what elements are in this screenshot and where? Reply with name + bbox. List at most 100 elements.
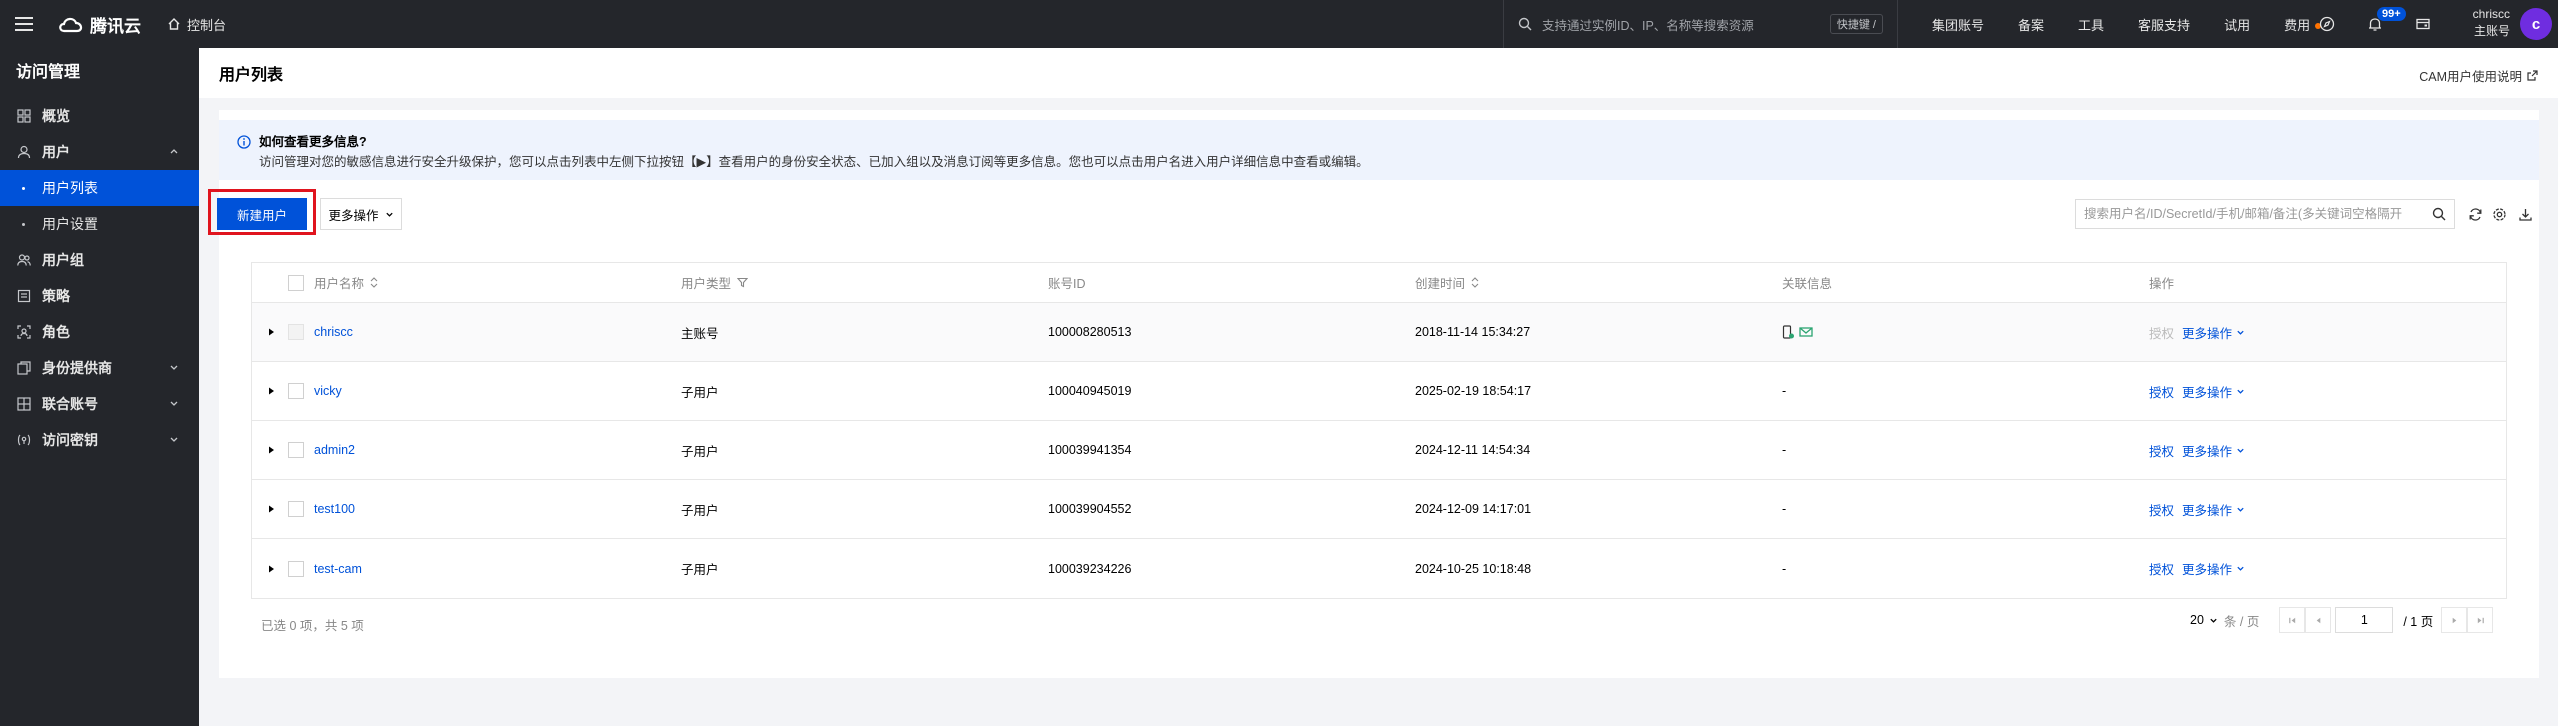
more-actions-dropdown[interactable]: 更多操作 <box>2182 500 2245 519</box>
account-id: 100040945019 <box>1048 384 1132 398</box>
prev-page-button[interactable] <box>2305 607 2332 633</box>
username-link[interactable]: chriscc <box>314 303 353 361</box>
more-actions-label: 更多操作 <box>2182 385 2233 400</box>
row-checkbox <box>288 324 304 340</box>
column-header-created[interactable]: 创建时间 <box>1415 263 1479 302</box>
column-header-label: 用户类型 <box>681 277 732 291</box>
authorize-button-disabled: 授权 <box>2149 326 2175 341</box>
sidebar-item-users[interactable]: 用户 <box>0 134 199 170</box>
chevron-down-icon <box>385 212 393 217</box>
row-checkbox[interactable] <box>288 501 304 517</box>
sidebar-item-overview[interactable]: 概览 <box>0 98 199 134</box>
table-row: vicky 子用户 100040945019 2025-02-19 18:54:… <box>252 362 2506 421</box>
authorize-button[interactable]: 授权 <box>2149 382 2174 401</box>
more-actions-dropdown[interactable]: 更多操作 <box>2182 382 2245 401</box>
doc-link[interactable]: CAM用户使用说明 <box>2419 66 2538 85</box>
gear-icon[interactable] <box>2490 205 2508 223</box>
authorize-button[interactable]: 授权 <box>2149 500 2174 519</box>
wallet-icon[interactable] <box>2406 0 2440 48</box>
more-actions-label: 更多操作 <box>2182 563 2233 577</box>
brand-logo[interactable]: 腾讯云 <box>58 12 141 37</box>
sidebar-item-access-keys[interactable]: 访问密钥 <box>0 422 199 458</box>
external-link-icon <box>2527 70 2538 81</box>
more-actions-button[interactable]: 更多操作 <box>320 198 402 230</box>
global-search-placeholder[interactable]: 支持通过实例ID、IP、名称等搜索资源 <box>1542 15 1820 34</box>
sidebar-item-roles[interactable]: 角色 <box>0 314 199 350</box>
first-page-button[interactable] <box>2279 607 2306 633</box>
phone-verified-icon[interactable] <box>1782 325 1794 339</box>
expand-icon[interactable] <box>266 445 276 455</box>
sidebar-item-user-settings[interactable]: 用户设置 <box>0 206 199 242</box>
column-header-user-type[interactable]: 用户类型 <box>681 263 749 302</box>
email-verified-icon[interactable] <box>1799 326 1813 338</box>
search-icon[interactable] <box>2432 207 2446 221</box>
sidebar-item-user-groups[interactable]: 用户组 <box>0 242 199 278</box>
download-icon[interactable] <box>2516 205 2534 223</box>
user-type: 主账号 <box>681 326 719 341</box>
refresh-icon[interactable] <box>2466 205 2484 223</box>
top-link-support[interactable]: 客服支持 <box>2138 15 2190 34</box>
page-size-value: 20 <box>2190 613 2204 627</box>
table-row: chriscc 主账号 100008280513 2018-11-14 15:3… <box>252 303 2506 362</box>
top-bar: 腾讯云 控制台 支持通过实例ID、IP、名称等搜索资源 快捷键 / 集团账号 备… <box>0 0 2558 48</box>
more-actions-label: 更多操作 <box>2182 326 2233 341</box>
column-header-username[interactable]: 用户名称 <box>314 263 378 302</box>
top-link-filing[interactable]: 备案 <box>2018 15 2044 34</box>
sidebar-item-label: 身份提供商 <box>42 360 112 376</box>
row-actions: 授权 更多操作 <box>2149 303 2245 361</box>
sidebar-item-user-list[interactable]: 用户列表 <box>0 170 199 206</box>
page-number-input[interactable] <box>2335 607 2394 633</box>
top-icons: 99+ <box>2310 0 2440 48</box>
user-table: 用户名称 用户类型 账号ID 创建时间 关联信息 操作 chriscc 主账号 … <box>251 262 2507 599</box>
chevron-down-icon <box>2237 389 2244 394</box>
avatar[interactable]: c <box>2520 8 2552 40</box>
username-link[interactable]: test-cam <box>314 539 362 598</box>
notice-body: 访问管理对您的敏感信息进行安全升级保护，您可以点击列表中左侧下拉按钮【▶】查看用… <box>259 155 1369 169</box>
authorize-button[interactable]: 授权 <box>2149 559 2174 578</box>
next-page-button[interactable] <box>2441 607 2468 633</box>
user-icon <box>16 144 32 160</box>
expand-icon[interactable] <box>266 564 276 574</box>
row-checkbox[interactable] <box>288 442 304 458</box>
user-search-input[interactable] <box>2084 207 2432 221</box>
row-checkbox[interactable] <box>288 383 304 399</box>
new-user-button[interactable]: 新建用户 <box>217 198 307 230</box>
expand-icon[interactable] <box>266 386 276 396</box>
top-link-tools[interactable]: 工具 <box>2078 15 2104 34</box>
sidebar-item-federated-accounts[interactable]: 联合账号 <box>0 386 199 422</box>
bell-icon[interactable]: 99+ <box>2358 0 2406 48</box>
console-link[interactable]: 控制台 <box>167 15 226 34</box>
chevron-down-icon <box>170 401 178 406</box>
compass-icon[interactable] <box>2310 0 2344 48</box>
user-info[interactable]: chriscc 主账号 <box>2460 6 2510 40</box>
select-all-checkbox[interactable] <box>288 274 304 291</box>
username-link[interactable]: admin2 <box>314 421 355 479</box>
more-actions-dropdown[interactable]: 更多操作 <box>2182 441 2245 460</box>
username-link[interactable]: vicky <box>314 362 342 420</box>
created-time: 2024-12-11 14:54:34 <box>1415 443 1531 457</box>
cloud-logo-icon <box>59 17 83 33</box>
page-size-select[interactable]: 20 <box>2190 613 2218 627</box>
selection-summary: 已选 0 项，共 5 项 <box>261 619 364 633</box>
expand-icon[interactable] <box>266 327 276 337</box>
sidebar-item-label: 访问密钥 <box>42 432 98 448</box>
global-search[interactable]: 支持通过实例ID、IP、名称等搜索资源 快捷键 / <box>1503 0 1898 48</box>
sidebar-item-policies[interactable]: 策略 <box>0 278 199 314</box>
menu-icon[interactable] <box>0 0 48 48</box>
sidebar-title: 访问管理 <box>16 64 81 81</box>
more-actions-dropdown[interactable]: 更多操作 <box>2182 559 2245 578</box>
row-checkbox[interactable] <box>288 560 304 577</box>
row-actions: 授权 更多操作 <box>2149 421 2245 479</box>
role-icon <box>16 324 32 340</box>
sidebar-item-identity-providers[interactable]: 身份提供商 <box>0 350 199 386</box>
top-link-trial[interactable]: 试用 <box>2224 15 2250 34</box>
last-page-button[interactable] <box>2467 607 2494 633</box>
shortcut-hint: 快捷键 / <box>1829 14 1883 34</box>
username-link[interactable]: test100 <box>314 480 355 538</box>
info-notice: 如何查看更多信息? 访问管理对您的敏感信息进行安全升级保护，您可以点击列表中左侧… <box>219 120 2539 180</box>
more-actions-dropdown[interactable]: 更多操作 <box>2182 323 2245 342</box>
top-link-group-account[interactable]: 集团账号 <box>1932 15 1984 34</box>
sort-icon <box>1471 277 1479 288</box>
expand-icon[interactable] <box>266 504 276 514</box>
authorize-button[interactable]: 授权 <box>2149 441 2174 460</box>
